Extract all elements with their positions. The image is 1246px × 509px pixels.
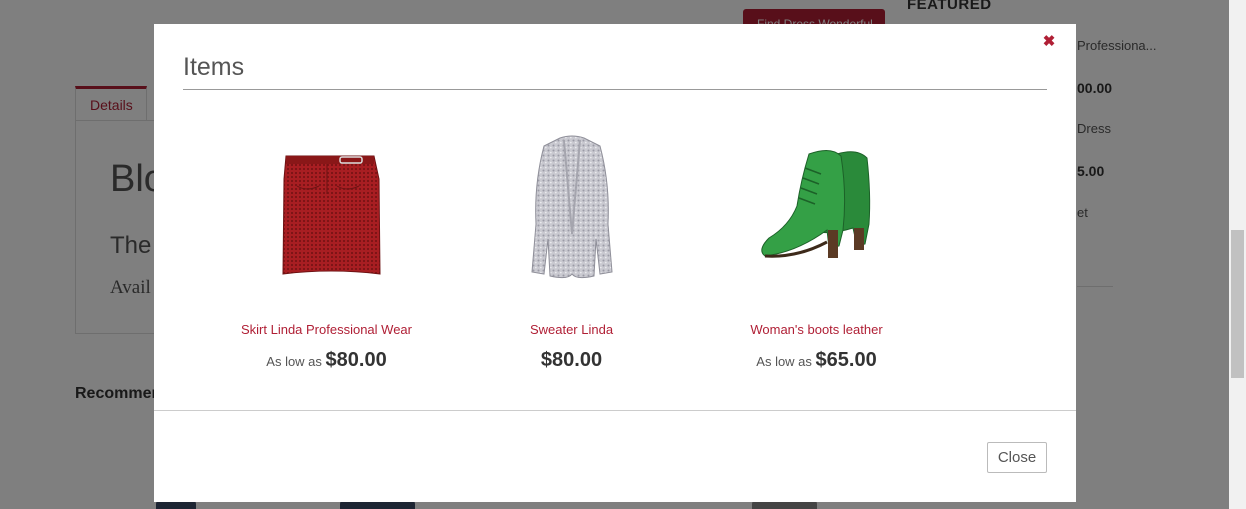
red-skirt-image[interactable] [227,124,427,294]
footer-divider [154,410,1076,411]
product-name-link[interactable]: Sweater Linda [449,322,694,337]
as-low-as-label: As low as [266,354,326,369]
product-name-link[interactable]: Skirt Linda Professional Wear [204,322,449,337]
price-row: As low as $80.00 [204,349,449,372]
modal-title: Items [183,53,245,81]
product-card: Skirt Linda Professional Wear As low as … [204,124,449,371]
page-scrollbar-thumb[interactable] [1231,230,1244,378]
items-modal: ✖ Items Skirt Linda Professional Wear As… [154,24,1076,502]
close-button[interactable]: Close [987,442,1047,473]
title-divider [183,89,1047,90]
product-price: $80.00 [540,349,603,371]
grey-cardigan-image[interactable] [472,124,672,294]
close-icon[interactable]: ✖ [1039,32,1059,52]
product-price: $80.00 [325,349,387,371]
product-name-link[interactable]: Woman's boots leather [694,322,939,337]
green-boots-image[interactable] [717,124,917,294]
product-card: Woman's boots leather As low as $65.00 [694,124,939,371]
items-grid: Skirt Linda Professional Wear As low as … [204,124,954,384]
as-low-as-label: As low as [756,354,816,369]
product-price: $65.00 [815,349,877,371]
product-card: Sweater Linda $80.00 [449,124,694,371]
price-row: $80.00 [449,349,694,372]
price-row: As low as $65.00 [694,349,939,372]
